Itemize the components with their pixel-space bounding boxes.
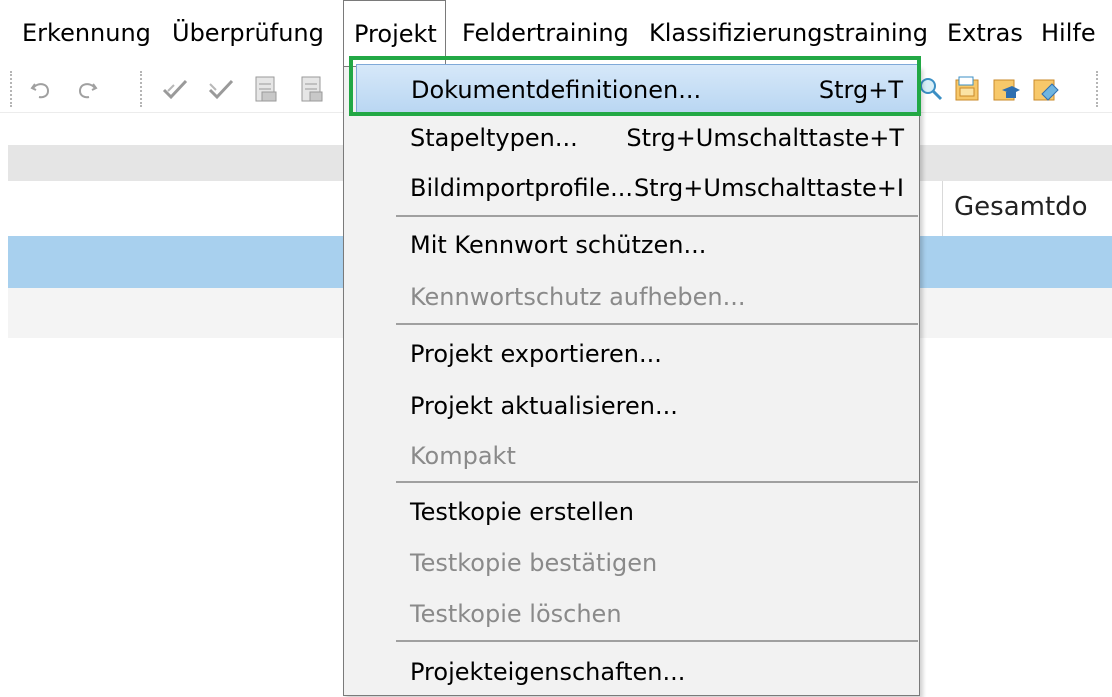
column-header-gesamtdo[interactable]: Gesamtdo xyxy=(954,192,1088,222)
menu-item-label: Testkopie löschen xyxy=(410,600,622,628)
menu-item-label: Projekt exportieren... xyxy=(410,340,662,368)
tag-icon[interactable] xyxy=(1030,74,1060,104)
folder-icon[interactable] xyxy=(952,74,982,104)
menu-item-kennwortschutz-aufheben: Kennwortschutz aufheben... xyxy=(396,272,918,322)
menu-item-label: Stapeltypen... xyxy=(410,124,578,152)
menu-klassifizierungstraining[interactable]: Klassifizierungstraining xyxy=(649,0,928,66)
document-icon[interactable] xyxy=(250,74,280,104)
menu-item-testkopie-erstellen[interactable]: Testkopie erstellen xyxy=(396,487,918,537)
training-icon[interactable] xyxy=(990,74,1020,104)
menu-item-testkopie-loeschen: Testkopie löschen xyxy=(396,589,918,639)
menu-hilfe[interactable]: Hilfe xyxy=(1041,0,1096,66)
projekt-dropdown-menu: Dokumentdefinitionen... Strg+T Stapeltyp… xyxy=(343,64,920,697)
menu-item-mit-kennwort-schuetzen[interactable]: Mit Kennwort schützen... xyxy=(396,220,918,270)
menu-item-projekteigenschaften[interactable]: Projekteigenschaften... xyxy=(396,647,918,697)
redo-icon[interactable] xyxy=(72,74,102,104)
menu-ueberpruefung[interactable]: Überprüfung xyxy=(172,0,324,66)
menu-feldertraining[interactable]: Feldertraining xyxy=(462,0,629,66)
menu-item-bildimportprofile[interactable]: Bildimportprofile... Strg+Umschalttaste+… xyxy=(396,163,918,213)
menu-item-shortcut: Strg+T xyxy=(818,76,903,104)
menu-item-label: Projekteigenschaften... xyxy=(410,658,686,686)
menu-bar: Erkennung Überprüfung Projekt Feldertrai… xyxy=(0,0,1112,67)
document-list-icon[interactable] xyxy=(296,74,326,104)
menu-item-kompakt: Kompakt xyxy=(396,431,918,481)
menu-item-label: Kompakt xyxy=(410,442,516,470)
menu-separator xyxy=(396,640,918,642)
menu-item-label: Mit Kennwort schützen... xyxy=(410,231,707,259)
check-icon[interactable] xyxy=(160,74,190,104)
menu-icon-gutter xyxy=(344,67,396,695)
menu-item-label: Testkopie erstellen xyxy=(410,498,634,526)
search-document-icon[interactable] xyxy=(916,74,946,104)
menu-item-label: Testkopie bestätigen xyxy=(410,549,658,577)
menu-item-projekt-aktualisieren[interactable]: Projekt aktualisieren... xyxy=(396,381,918,431)
column-divider[interactable] xyxy=(942,181,943,236)
toolbar-separator xyxy=(1096,71,1098,107)
menu-separator xyxy=(396,323,918,325)
menu-separator xyxy=(396,481,918,483)
menu-item-label: Projekt aktualisieren... xyxy=(410,392,678,420)
menu-separator xyxy=(396,215,918,217)
menu-item-label: Bildimportprofile... xyxy=(410,174,633,202)
menu-projekt[interactable]: Projekt xyxy=(343,0,446,67)
menu-item-shortcut: Strg+Umschalttaste+I xyxy=(633,174,904,202)
menu-item-label: Kennwortschutz aufheben... xyxy=(410,283,746,311)
undo-icon[interactable] xyxy=(26,74,56,104)
toolbar-separator xyxy=(140,71,142,107)
menu-item-label: Dokumentdefinitionen... xyxy=(411,76,702,104)
menu-extras[interactable]: Extras xyxy=(947,0,1023,66)
menu-item-shortcut: Strg+Umschalttaste+T xyxy=(626,124,904,152)
toolbar-separator xyxy=(10,71,12,107)
menu-item-dokumentdefinitionen[interactable]: Dokumentdefinitionen... Strg+T xyxy=(356,64,918,114)
check-all-icon[interactable] xyxy=(206,74,236,104)
menu-item-testkopie-bestaetigen: Testkopie bestätigen xyxy=(396,538,918,588)
menu-item-projekt-exportieren[interactable]: Projekt exportieren... xyxy=(396,329,918,379)
menu-item-stapeltypen[interactable]: Stapeltypen... Strg+Umschalttaste+T xyxy=(396,113,918,163)
menu-erkennung[interactable]: Erkennung xyxy=(22,0,151,66)
